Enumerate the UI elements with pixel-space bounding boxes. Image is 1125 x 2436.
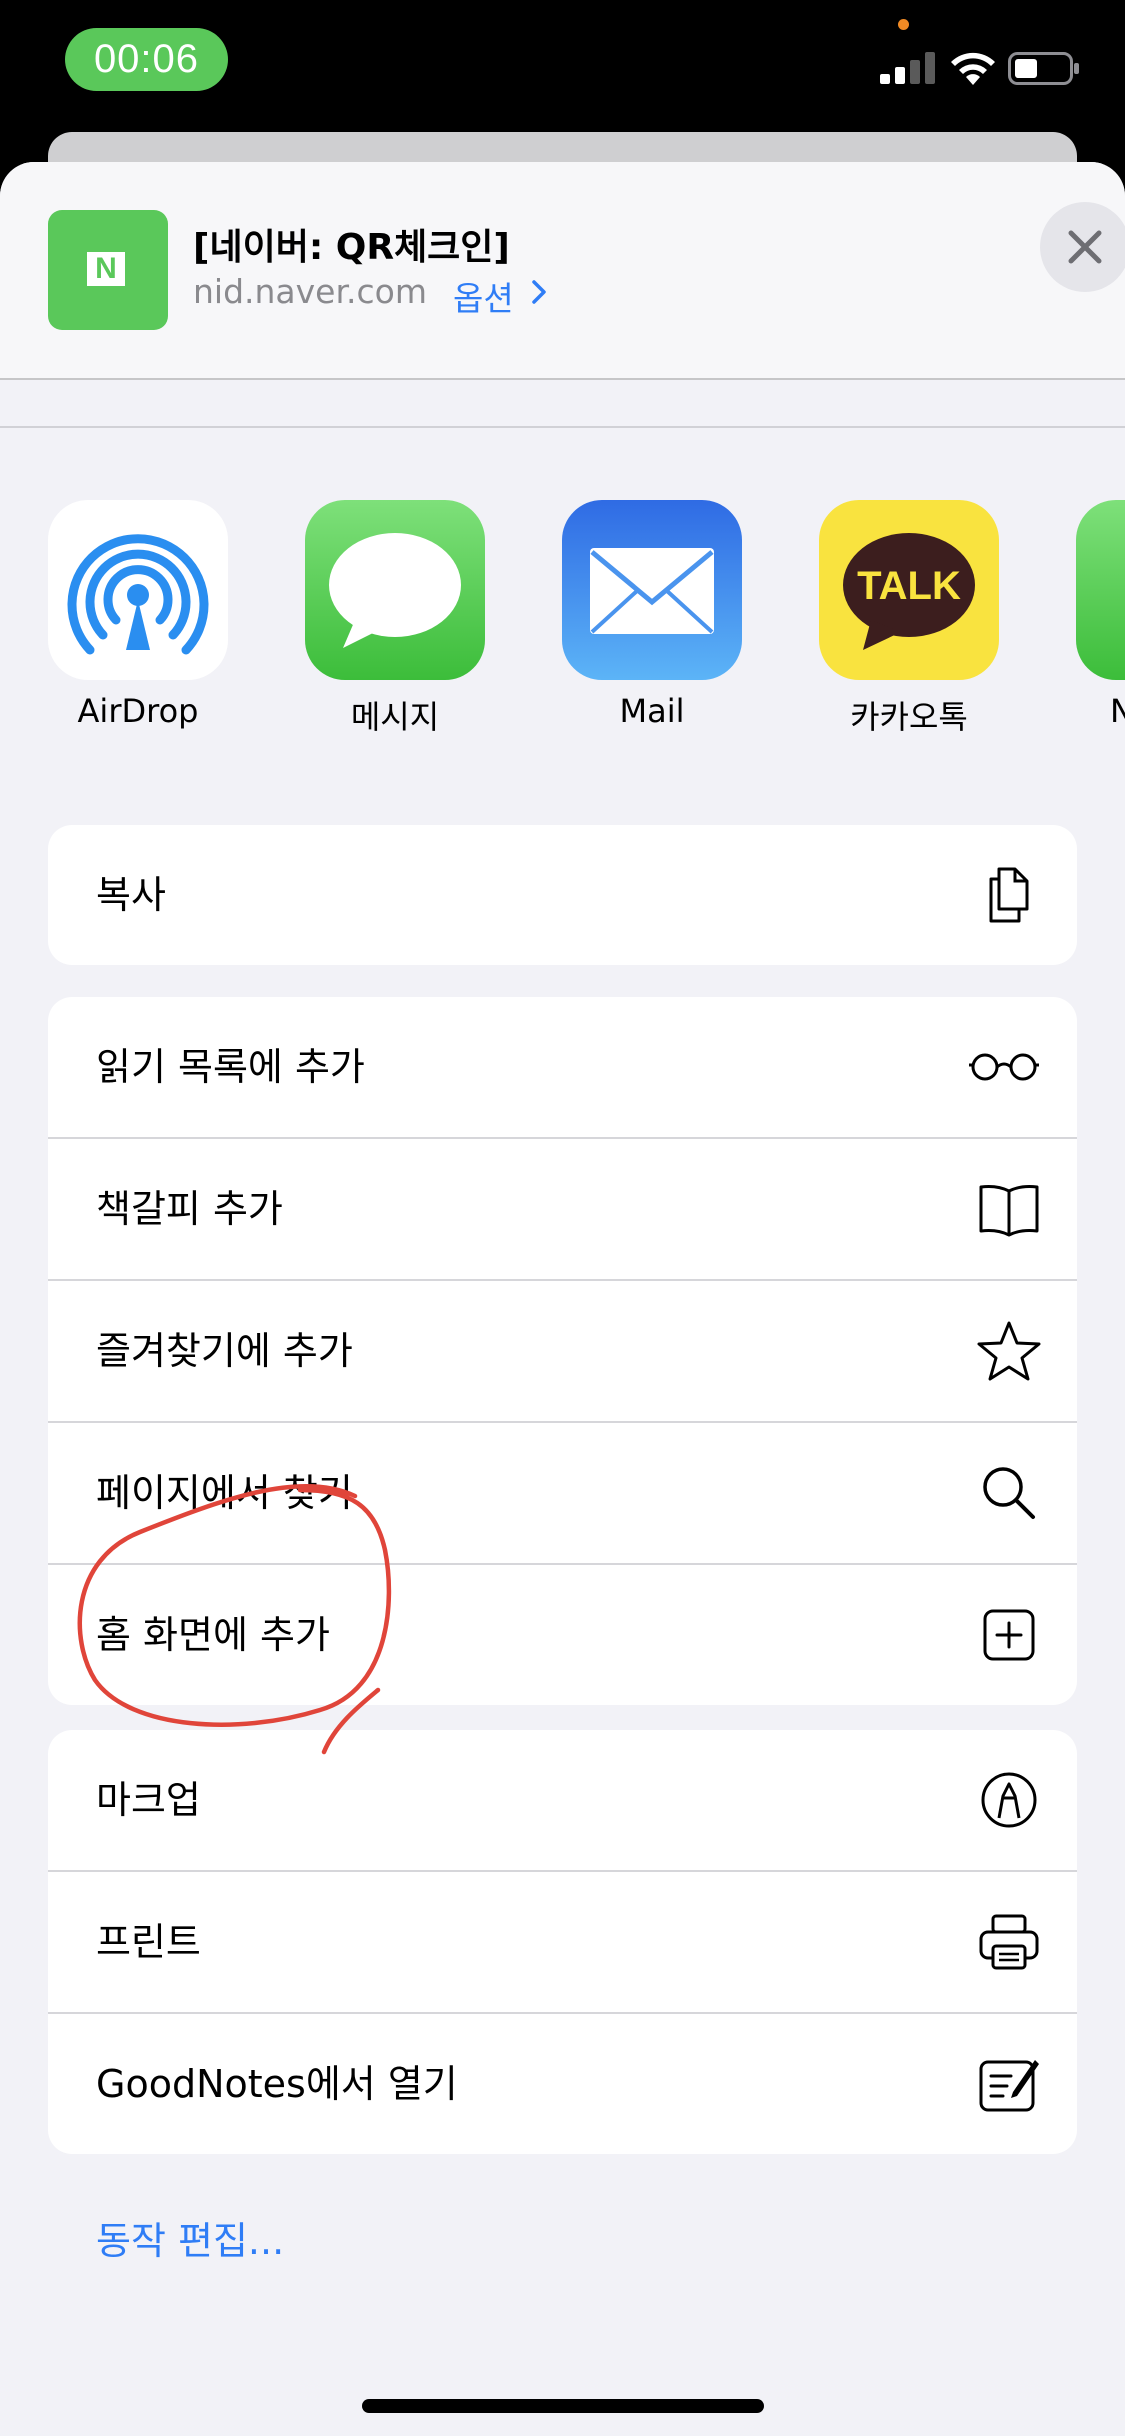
airdrop-icon [48,500,228,680]
action-label: 즐겨찾기에 추가 [96,1329,353,1373]
glasses-icon [969,1053,1039,1081]
action-open-in-goodnotes[interactable]: GoodNotes에서 열기 [48,2014,1077,2154]
options-link[interactable]: 옵션 [453,272,514,320]
action-markup[interactable]: 마크업 [48,1730,1077,1872]
share-sheet: N [네이버: QR체크인] nid.naver.com 옵션 AirDrop … [0,162,1125,2436]
action-label: 프린트 [96,1920,201,1964]
edit-actions-link[interactable]: 동작 편집... [96,2210,284,2265]
app-label: Mail [619,692,685,730]
app-label: N [1110,692,1125,730]
kakaotalk-icon-text: TALK [857,564,961,608]
action-find-on-page[interactable]: 페이지에서 찾기 [48,1423,1077,1565]
home-indicator [362,2399,764,2413]
action-label: 책갈피 추가 [96,1187,283,1231]
star-icon [977,1321,1041,1381]
action-add-to-home-screen[interactable]: 홈 화면에 추가 [48,1565,1077,1705]
search-icon [983,1467,1035,1519]
app-label: 메시지 [350,698,440,736]
close-icon [1068,230,1102,264]
action-label: 읽기 목록에 추가 [96,1045,365,1089]
app-kakaotalk[interactable]: TALK 카카오톡 [819,500,999,738]
action-label: 마크업 [96,1778,201,1822]
privacy-indicator-dot [898,19,909,30]
action-group-tools: 마크업 프린트 GoodNotes에서 열기 [48,1730,1077,2154]
printer-icon [979,1914,1039,1970]
action-group-page: 읽기 목록에 추가 책갈피 추가 즐겨찾기에 추가 페이지에서 찾기 홈 화면에… [48,997,1077,1705]
time-pill: 00:06 [65,28,228,91]
share-header: N [네이버: QR체크인] nid.naver.com 옵션 [0,162,1125,378]
wifi-icon [951,52,995,85]
goodnotes-icon [979,2060,1039,2112]
naver-letter: N [87,252,125,286]
kakaotalk-icon: TALK [819,500,999,680]
copy-icon [989,867,1029,923]
share-title: [네이버: QR체크인] [193,227,510,268]
messages-icon [305,500,485,680]
action-label: 홈 화면에 추가 [96,1613,330,1657]
action-group-copy: 복사 [48,825,1077,965]
battery-icon [1008,52,1079,85]
markup-icon [981,1772,1037,1828]
action-add-bookmark[interactable]: 책갈피 추가 [48,1139,1077,1281]
app-airdrop[interactable]: AirDrop [48,500,228,730]
app-mail[interactable]: Mail [562,500,742,730]
app-messages[interactable]: 메시지 [305,500,485,738]
action-print[interactable]: 프린트 [48,1872,1077,2014]
app-label: AirDrop [77,692,199,730]
chevron-right-icon[interactable] [528,274,552,310]
naver-app-icon: N [48,210,168,330]
app-partial[interactable]: N [1076,500,1125,730]
cellular-signal-icon [880,52,935,84]
action-label: 페이지에서 찾기 [96,1471,353,1515]
action-add-favorites[interactable]: 즐겨찾기에 추가 [48,1281,1077,1423]
action-copy[interactable]: 복사 [48,825,1077,965]
close-button[interactable] [1040,202,1125,292]
header-divider [0,378,1125,380]
add-square-icon [983,1609,1035,1661]
book-icon [979,1185,1039,1237]
status-bar: 00:06 [0,0,1125,130]
partial-app-icon [1076,500,1125,680]
action-label: GoodNotes에서 열기 [96,2062,458,2106]
people-row-divider [0,426,1125,428]
action-label: 복사 [96,873,166,917]
action-reading-list[interactable]: 읽기 목록에 추가 [48,997,1077,1139]
mail-icon [562,500,742,680]
app-label: 카카오톡 [850,698,968,736]
share-url: nid.naver.com [193,272,427,311]
